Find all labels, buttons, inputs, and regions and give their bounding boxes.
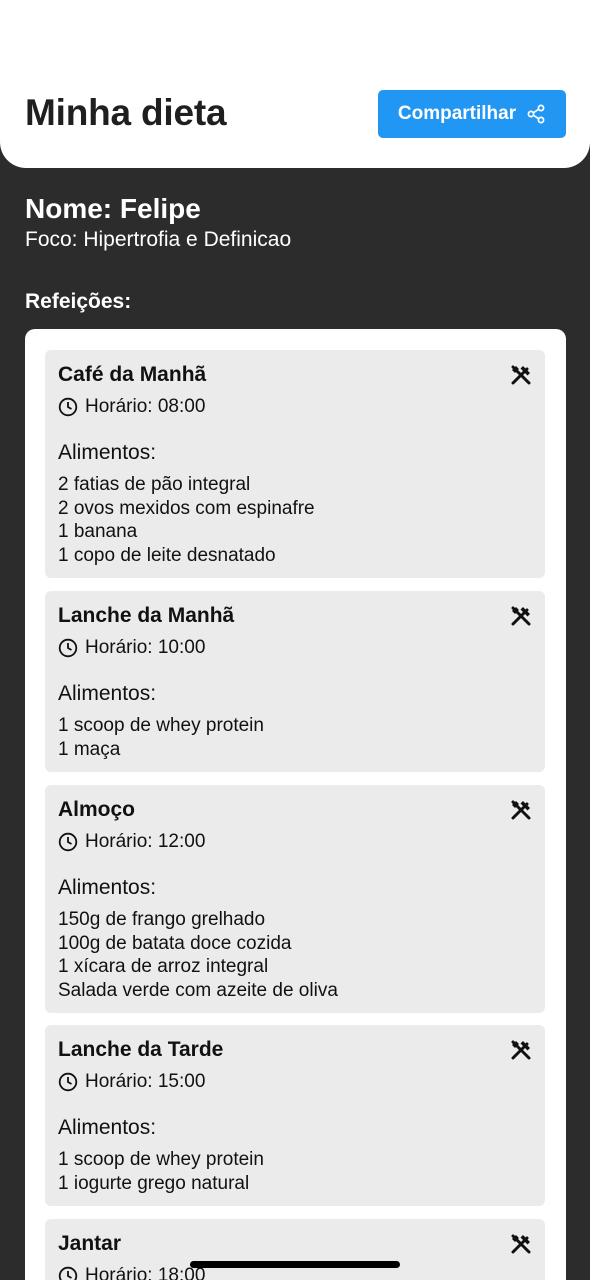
food-item: Salada verde com azeite de oliva <box>58 979 338 1001</box>
meal-card: Almoço Horário: 12:00 Alimentos: 150g de… <box>45 785 545 1013</box>
profile-focus: Foco: Hipertrofia e Definicao <box>25 228 292 251</box>
food-item: 150g de frango grelhado <box>58 909 266 930</box>
meal-card: Lanche da Tarde Horário: 15:00 Alimentos… <box>45 1025 545 1206</box>
food-item: 1 banana <box>58 521 138 543</box>
share-button[interactable]: Compartilhar <box>378 90 566 138</box>
clock-icon <box>58 638 78 658</box>
food-item: 2 fatias de pão integral <box>58 474 251 495</box>
meal-time: Horário: 10:00 <box>58 637 205 659</box>
meals-heading: Refeições: <box>25 290 132 313</box>
profile-name: Nome: Felipe <box>25 193 201 224</box>
meal-card: Jantar Horário: 18:00 <box>45 1219 545 1280</box>
food-list: 1 scoop de whey protein 1 maça <box>58 714 264 761</box>
foods-label: Alimentos: <box>58 876 157 899</box>
share-icon <box>527 104 545 124</box>
foods-label: Alimentos: <box>58 441 157 464</box>
page-title: Minha dieta <box>25 92 227 133</box>
header: Minha dieta Compartilhar <box>0 0 590 168</box>
meals-panel: Café da Manhã Horário: 08:00 Alimentos: … <box>25 329 566 1280</box>
food-item: 2 ovos mexidos com espinafre <box>58 497 315 519</box>
meal-time-text: Horário: 12:00 <box>85 831 206 852</box>
food-item: 100g de batata doce cozida <box>58 932 292 954</box>
meal-card: Lanche da Manhã Horário: 10:00 Alimentos… <box>45 591 545 772</box>
food-list: 150g de frango grelhado 100g de batata d… <box>58 908 338 1002</box>
meal-time-text: Horário: 10:00 <box>85 637 206 658</box>
meal-time-text: Horário: 18:00 <box>85 1265 206 1280</box>
meal-time-text: Horário: 15:00 <box>85 1071 206 1092</box>
meal-time: Horário: 15:00 <box>58 1071 205 1093</box>
meal-time: Horário: 18:00 <box>58 1265 205 1280</box>
cutlery-icon[interactable] <box>509 604 533 628</box>
cutlery-icon[interactable] <box>509 1232 533 1256</box>
food-item: 1 copo de leite desnatado <box>58 544 276 566</box>
home-indicator[interactable] <box>190 1261 400 1268</box>
food-list: 1 scoop de whey protein 1 iogurte grego … <box>58 1148 264 1195</box>
cutlery-icon[interactable] <box>509 363 533 387</box>
clock-icon <box>58 1072 78 1092</box>
food-list: 2 fatias de pão integral 2 ovos mexidos … <box>58 473 315 567</box>
meal-title: Café da Manhã <box>58 363 207 386</box>
foods-label: Alimentos: <box>58 1116 157 1139</box>
meal-card: Café da Manhã Horário: 08:00 Alimentos: … <box>45 350 545 578</box>
meal-title: Lanche da Tarde <box>58 1038 224 1061</box>
food-item: 1 scoop de whey protein <box>58 715 264 736</box>
food-item: 1 iogurte grego natural <box>58 1172 250 1194</box>
meal-title: Jantar <box>58 1232 122 1255</box>
meal-title: Lanche da Manhã <box>58 604 235 627</box>
foods-label: Alimentos: <box>58 682 157 705</box>
share-button-label: Compartilhar <box>397 103 517 124</box>
clock-icon <box>58 1266 78 1280</box>
clock-icon <box>58 832 78 852</box>
meal-time: Horário: 12:00 <box>58 831 205 853</box>
meal-title: Almoço <box>58 798 136 821</box>
diet-screen: Minha dieta Compartilhar Nome: Felipe Fo… <box>0 0 590 1280</box>
food-item: 1 scoop de whey protein <box>58 1149 264 1170</box>
meal-time-text: Horário: 08:00 <box>85 396 206 417</box>
cutlery-icon[interactable] <box>509 1038 533 1062</box>
food-item: 1 xícara de arroz integral <box>58 956 269 978</box>
food-item: 1 maça <box>58 738 121 760</box>
meal-time: Horário: 08:00 <box>58 396 205 418</box>
cutlery-icon[interactable] <box>509 798 533 822</box>
clock-icon <box>58 397 78 417</box>
